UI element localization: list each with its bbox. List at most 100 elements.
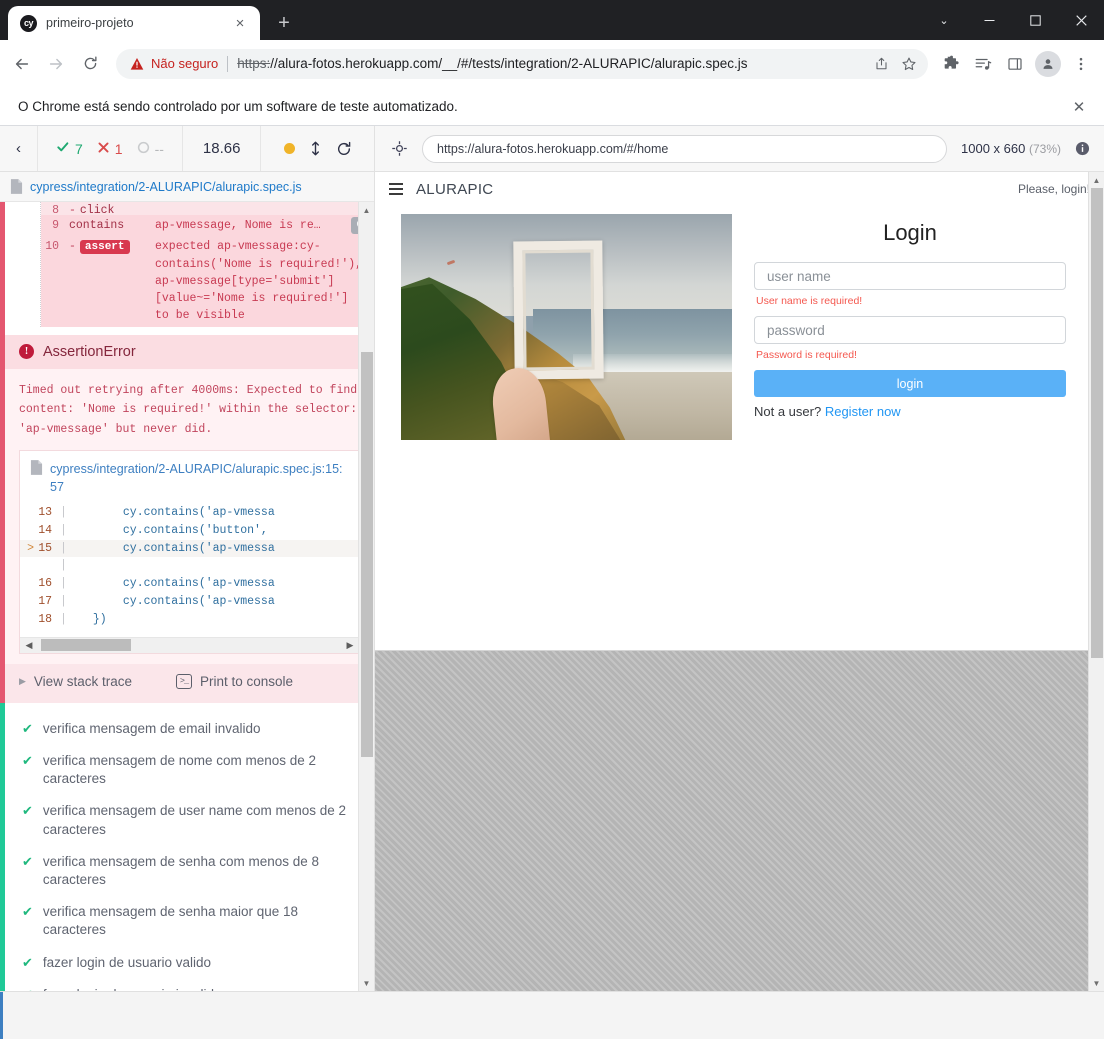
scrollbar-track[interactable] [35,639,344,652]
code-line-number: 13 [38,506,52,520]
scroll-up-arrow-icon[interactable]: ▲ [1089,172,1104,188]
viewport-scale: (73%) [1028,142,1061,156]
info-icon[interactable] [1075,141,1090,156]
code-line-marker [20,522,34,540]
tab-close-icon[interactable]: × [230,13,250,33]
print-to-console-button[interactable]: >_ Print to console [175,673,293,689]
login-form: Login User name is required! Password is… [754,214,1090,440]
scrollbar-thumb[interactable] [1091,188,1103,658]
code-line-blank: | [20,557,359,575]
error-exclamation-icon: ! [19,344,34,359]
code-frame-horizontal-scrollbar[interactable]: ◀ ▶ [20,636,359,653]
code-frame-file-path: cypress/integration/2-ALURAPIC/alurapic.… [50,461,343,494]
tab-strip: cy primeiro-projeto × + ⌄ [0,0,1104,40]
assertion-error-header: ! AssertionError [5,334,374,369]
runner-body: cypress/integration/2-ALURAPIC/alurapic.… [0,172,1104,991]
command-row[interactable]: 9 contains ap-vmessage, Nome is re… 0 [41,215,374,237]
scrollbar-thumb[interactable] [361,352,373,757]
code-line-marker: > [27,541,34,555]
forward-icon[interactable] [40,48,72,80]
check-icon: ✔ [22,752,33,768]
hamburger-menu-icon[interactable] [389,183,403,195]
username-input[interactable] [754,262,1066,290]
command-message: expected ap-vmessage:cy-contains('Nome i… [155,240,363,323]
browser-tab[interactable]: cy primeiro-projeto × [8,6,260,40]
cypress-runner: ‹ 7 1 -- 18.66 https://alura-fotos.herok… [0,126,1104,1039]
command-row[interactable]: 10 - assert expected ap-vmessage:cy-conta… [41,236,374,327]
code-line-text: }) [92,612,107,626]
code-line-marker [20,557,34,575]
back-to-specs-button[interactable]: ‹ [0,126,38,171]
list-item[interactable]: ✔ verifica mensagem de nome com menos de… [5,745,374,795]
list-item[interactable]: ✔ verifica mensagem de senha com menos d… [5,846,374,896]
view-stack-trace-label: View stack trace [33,673,132,689]
page-scrollbar[interactable]: ▲ ▼ [1088,172,1104,991]
new-tab-button[interactable]: + [270,9,298,37]
vertical-resize-icon[interactable] [309,141,322,156]
password-input[interactable] [754,316,1066,344]
login-button[interactable]: login [754,370,1066,397]
error-actions: ▶ View stack trace >_ Print to console [5,663,374,703]
star-icon[interactable] [896,51,922,77]
command-number: 8 [52,204,59,215]
tab-search-chevron-icon[interactable]: ⌄ [922,0,966,40]
code-line: 16 | cy.contains('ap-vmessa [20,575,359,593]
profile-avatar[interactable] [1035,50,1061,77]
command-log-scrollbar[interactable]: ▲ ▼ [358,202,374,991]
code-line-highlighted: > 15 | cy.contains('ap-vmessa [20,539,359,558]
infobar-close-icon[interactable]: ✕ [1066,94,1092,120]
view-stack-trace-button[interactable]: ▶ View stack trace [19,674,132,689]
scrollbar-thumb[interactable] [41,639,131,652]
minimize-icon[interactable] [966,0,1012,40]
scroll-right-arrow-icon[interactable]: ▶ [344,640,356,651]
check-icon: ✔ [22,720,33,736]
command-name: contains [69,219,125,232]
maximize-icon[interactable] [1012,0,1058,40]
command-log-panel: cypress/integration/2-ALURAPIC/alurapic.… [0,172,375,991]
assert-pill: assert [79,240,130,255]
code-line-number: 15 [38,541,52,555]
photo-picture-frame-inner [521,249,595,371]
reload-icon[interactable] [74,48,106,80]
check-icon: ✔ [22,904,33,920]
scroll-down-arrow-icon[interactable]: ▼ [1089,975,1104,991]
three-dot-menu-icon[interactable] [1066,48,1096,80]
code-line-marker [20,575,34,593]
scroll-down-arrow-icon[interactable]: ▼ [359,975,374,991]
preview-empty-area [375,650,1104,991]
app-url-bar[interactable]: https://alura-fotos.herokuapp.com/#/home [422,134,948,163]
selector-playground-icon[interactable] [391,140,408,157]
code-frame-file-link[interactable]: cypress/integration/2-ALURAPIC/alurapic.… [20,451,359,498]
command-number: 10 [45,240,59,254]
code-line: 17 | cy.contains('ap-vmessa [20,593,359,611]
scroll-up-arrow-icon[interactable]: ▲ [359,202,374,218]
spec-file-header[interactable]: cypress/integration/2-ALURAPIC/alurapic.… [0,172,374,202]
restart-icon[interactable] [336,141,352,157]
runner-header-left: ‹ 7 1 -- 18.66 [0,126,375,171]
share-icon[interactable] [868,51,894,77]
code-line-text: cy.contains('ap-vmessa [122,506,275,520]
command-name: - assert [69,238,155,256]
address-bar[interactable]: Não seguro https://alura-fotos.herokuapp… [116,48,928,79]
list-item[interactable]: ✔ fazer login de usuario invalido [5,979,374,991]
list-item[interactable]: ✔ fazer login de usuario valido [5,947,374,979]
list-item[interactable]: ✔ verifica mensagem de user name com men… [5,795,374,845]
pending-count: -- [154,140,164,157]
command-row[interactable]: 8 - click [41,202,374,215]
list-item[interactable]: ✔ verifica mensagem de senha maior que 1… [5,896,374,946]
back-icon[interactable] [6,48,38,80]
register-now-link[interactable]: Register now [825,404,901,419]
extensions-puzzle-icon[interactable] [936,48,966,80]
app-brand[interactable]: ALURAPIC [416,181,493,198]
list-item[interactable]: ✔ verifica mensagem de email invalido [5,713,374,745]
side-panel-icon[interactable] [1000,48,1030,80]
url-text: https://alura-fotos.herokuapp.com/__/#/t… [237,56,747,71]
code-line: 13 | cy.contains('ap-vmessa [20,504,359,522]
close-window-icon[interactable] [1058,0,1104,40]
command-rows: 8 - click 9 contains ap-vmessage, Nome is… [40,202,374,327]
scroll-left-arrow-icon[interactable]: ◀ [23,640,35,651]
photo-picture-frame [512,240,604,380]
reading-list-icon[interactable] [968,48,998,80]
command-number: 9 [52,219,59,232]
automation-infobar-message: O Chrome está sendo controlado por um so… [18,99,458,114]
